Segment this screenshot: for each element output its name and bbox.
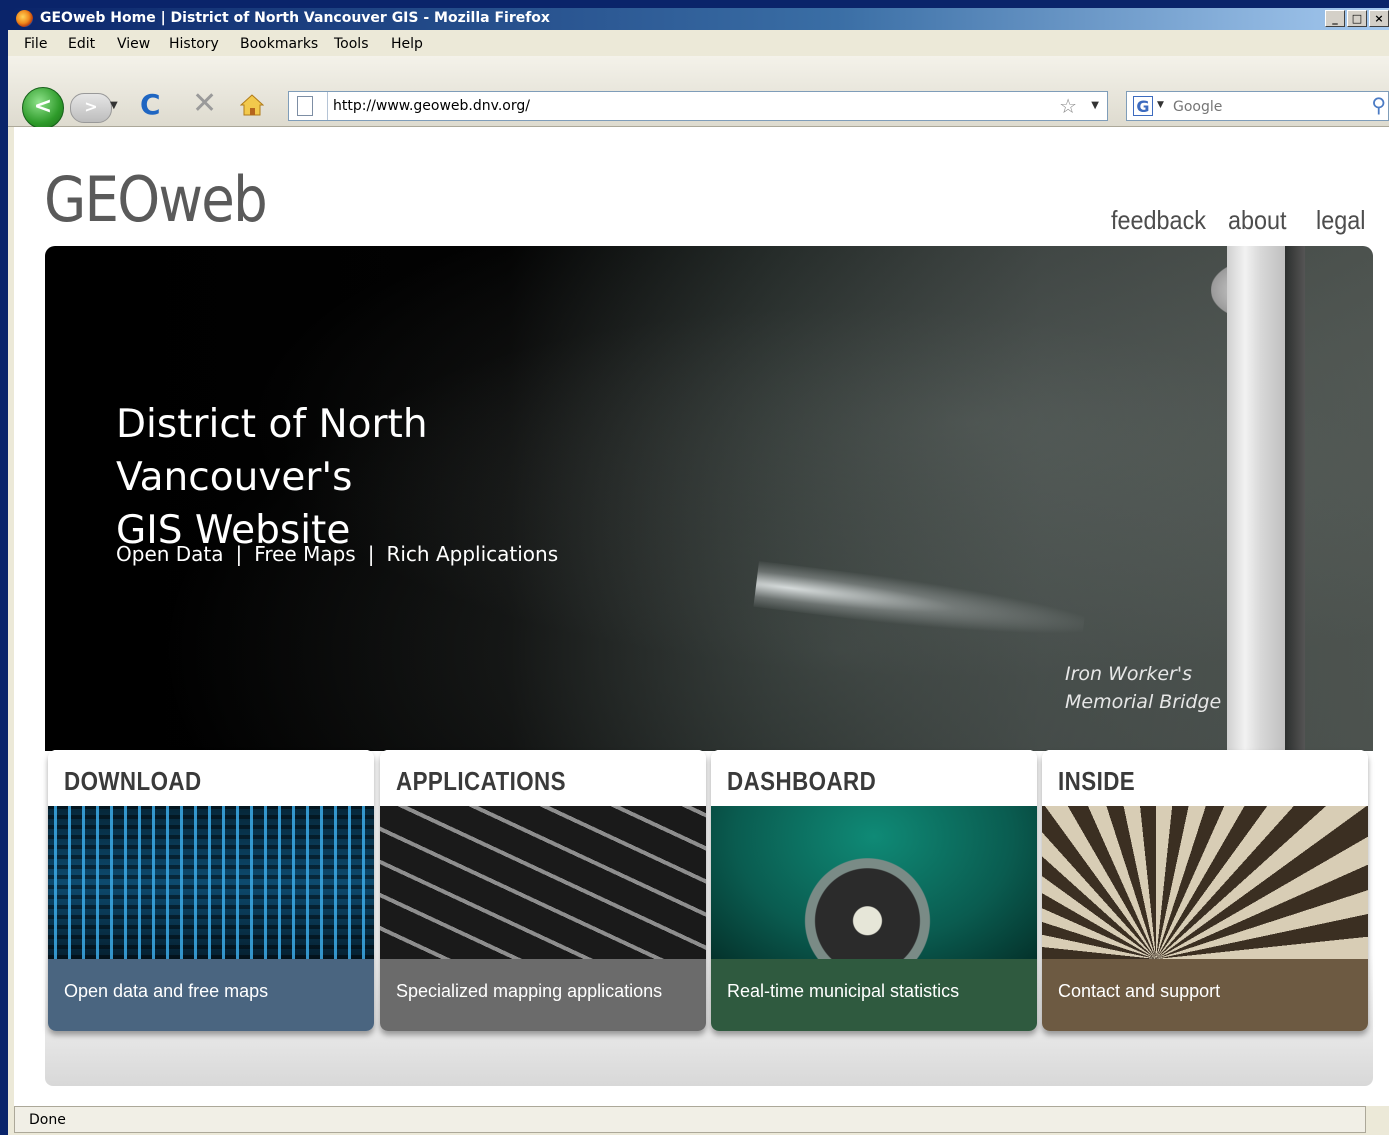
- navigation-toolbar: < > ▼ C ✕ http://www.geoweb.dnv.org/ ☆ ▼…: [8, 56, 1389, 129]
- boat-wake: [753, 561, 1087, 647]
- search-input[interactable]: [1171, 95, 1365, 119]
- binary-code-image: [48, 806, 374, 959]
- photo-caption: Iron Worker's Memorial Bridge: [1065, 660, 1221, 716]
- firefox-icon: [16, 10, 33, 27]
- tile-title: DASHBOARD: [727, 766, 877, 796]
- google-engine-icon[interactable]: G: [1133, 96, 1153, 116]
- menu-view[interactable]: View: [117, 36, 150, 52]
- tile-download[interactable]: DOWNLOAD Open data and free maps: [48, 750, 374, 1031]
- tile-footer: Contact and support: [1042, 959, 1368, 1031]
- page-icon: [297, 96, 313, 116]
- bridge-deck: [1227, 246, 1287, 751]
- status-bar: Done: [8, 1106, 1389, 1135]
- maximize-button[interactable]: □: [1347, 10, 1367, 27]
- caption-line1: Iron Worker's: [1065, 663, 1192, 685]
- status-text: Done: [29, 1112, 66, 1128]
- tile-title: APPLICATIONS: [396, 766, 566, 796]
- search-icon[interactable]: ⚲: [1371, 93, 1386, 117]
- car-dashboard-image: [711, 806, 1037, 959]
- tagline-separator: |: [367, 542, 375, 566]
- tagline-open-data: Open Data: [116, 542, 224, 566]
- tile-description: Contact and support: [1058, 981, 1221, 1001]
- menu-file[interactable]: File: [24, 36, 47, 52]
- engine-dropdown-icon[interactable]: ▼: [1157, 100, 1164, 110]
- tile-footer: Real-time municipal statistics: [711, 959, 1037, 1031]
- nav-legal[interactable]: legal: [1316, 205, 1365, 236]
- url-dropdown-icon[interactable]: ▼: [1091, 100, 1099, 111]
- tile-footer: Specialized mapping applications: [380, 959, 706, 1031]
- close-button[interactable]: ×: [1369, 10, 1389, 27]
- browser-window: GEOweb Home | District of North Vancouve…: [8, 8, 1389, 1135]
- bridge-shadow: [1285, 246, 1305, 751]
- window-title: GEOweb Home | District of North Vancouve…: [40, 10, 550, 26]
- nav-feedback[interactable]: feedback: [1111, 205, 1206, 236]
- menu-history[interactable]: History: [169, 36, 219, 52]
- forward-button[interactable]: >: [70, 93, 112, 123]
- tile-description: Specialized mapping applications: [396, 981, 663, 1001]
- tile-title: DOWNLOAD: [64, 766, 202, 796]
- hero-tagline: Open Data | Free Maps | Rich Applications: [116, 542, 558, 566]
- tile-dashboard[interactable]: DASHBOARD Real-time municipal statistics: [711, 750, 1037, 1031]
- menu-bar: File Edit View History Bookmarks Tools H…: [8, 30, 1389, 56]
- history-dropdown-icon[interactable]: ▼: [110, 100, 118, 111]
- reload-button[interactable]: C: [140, 88, 161, 121]
- tile-inside[interactable]: INSIDE Contact and support: [1042, 750, 1368, 1031]
- back-button[interactable]: <: [22, 87, 64, 129]
- stop-button[interactable]: ✕: [192, 86, 217, 121]
- menu-help[interactable]: Help: [391, 36, 423, 52]
- nav-about[interactable]: about: [1228, 205, 1287, 236]
- hero-title-line1: District of North Vancouver's: [116, 402, 428, 500]
- hero-title: District of North Vancouver's GIS Websit…: [116, 398, 676, 557]
- tagline-separator: |: [235, 542, 243, 566]
- tagline-free-maps: Free Maps: [254, 542, 356, 566]
- tile-title: INSIDE: [1058, 766, 1136, 796]
- site-logo[interactable]: GEOweb: [44, 163, 268, 236]
- url-text[interactable]: http://www.geoweb.dnv.org/: [333, 98, 530, 114]
- page-content: GEOweb feedback about legal District of …: [14, 127, 1389, 1107]
- url-bar[interactable]: http://www.geoweb.dnv.org/ ☆ ▼: [288, 91, 1108, 121]
- tile-description: Open data and free maps: [64, 981, 269, 1001]
- gears-image: [1042, 806, 1368, 959]
- caption-line2: Memorial Bridge: [1065, 691, 1222, 713]
- tile-applications[interactable]: APPLICATIONS Specialized mapping applica…: [380, 750, 706, 1031]
- tagline-rich-apps: Rich Applications: [386, 542, 559, 566]
- bookmark-star-icon[interactable]: ☆: [1059, 94, 1077, 118]
- title-bar: GEOweb Home | District of North Vancouve…: [8, 8, 1389, 30]
- menu-edit[interactable]: Edit: [68, 36, 95, 52]
- tile-description: Real-time municipal statistics: [727, 981, 960, 1001]
- hero-banner: District of North Vancouver's GIS Websit…: [45, 246, 1373, 751]
- menu-bookmarks[interactable]: Bookmarks: [240, 36, 318, 52]
- menu-tools[interactable]: Tools: [334, 36, 369, 52]
- tile-footer: Open data and free maps: [48, 959, 374, 1031]
- keyboard-image: [380, 806, 706, 959]
- search-bar[interactable]: G ▼ ⚲: [1126, 91, 1389, 121]
- home-icon[interactable]: [240, 94, 264, 116]
- minimize-button[interactable]: _: [1325, 10, 1345, 27]
